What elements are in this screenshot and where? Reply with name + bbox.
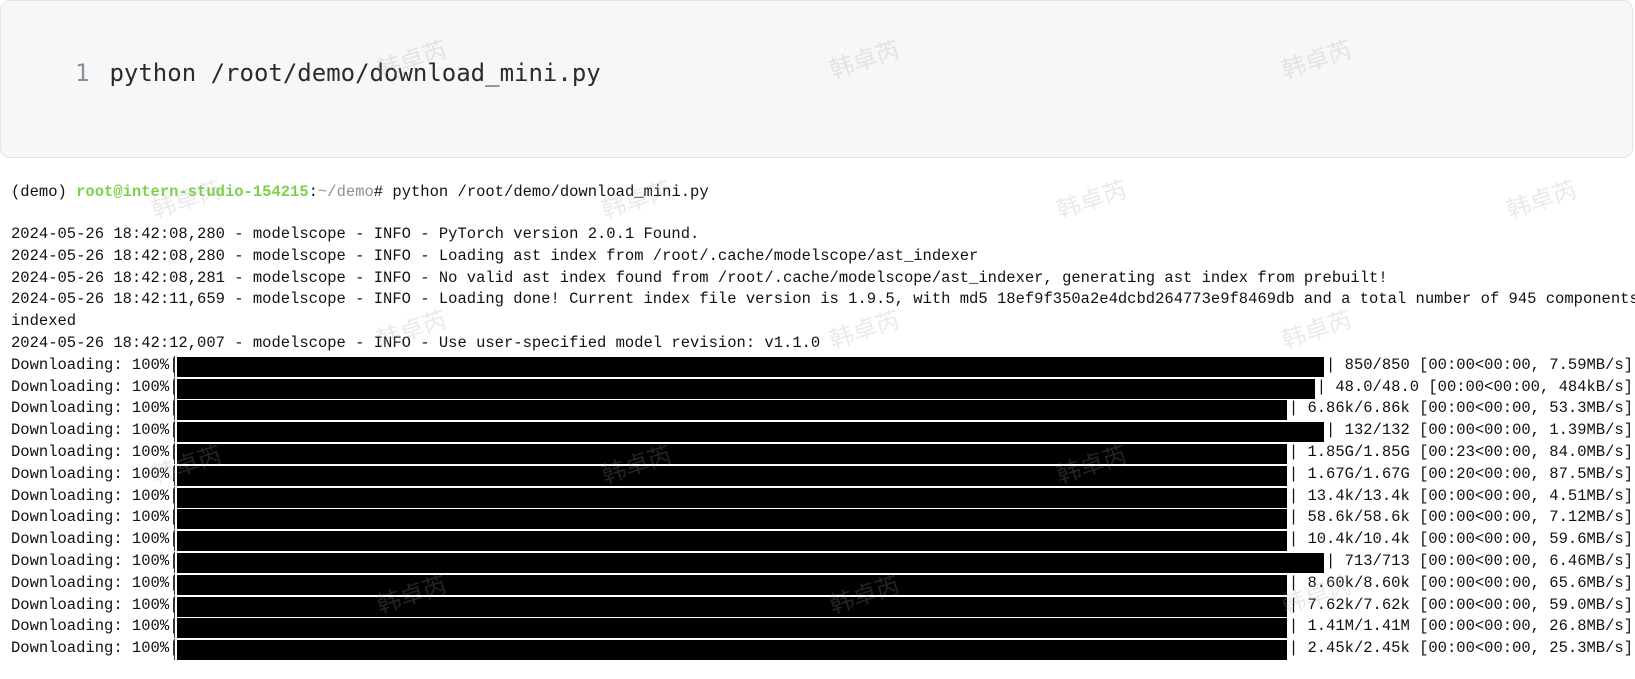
download-label: Downloading: 100%| <box>11 486 179 505</box>
download-label: Downloading: 100%| <box>11 464 179 483</box>
download-stats: | 850/850 [00:00<00:00, 7.59MB/s] <box>1326 355 1633 374</box>
progress-bar <box>174 464 1287 486</box>
download-stats: | 7.62k/7.62k [00:00<00:00, 59.0MB/s] <box>1288 595 1633 614</box>
download-label: Downloading: 100%| <box>11 377 179 396</box>
download-label: Downloading: 100%| <box>11 443 179 461</box>
download-row: Downloading: 100%| | 10.4k/10.4k [00:00<0… <box>11 529 1633 552</box>
progress-bar <box>174 573 1287 595</box>
download-label: Downloading: 100%| <box>11 355 179 374</box>
progress-bar <box>173 421 1325 443</box>
download-stats: | 713/713 [00:00<00:00, 6.46MB/s] <box>1326 552 1633 570</box>
download-stats: | 1.67G/1.67G [00:20<00:00, 87.5MB/s] <box>1288 464 1633 483</box>
log-line: 2024-05-26 18:42:12,007 - modelscope - I… <box>11 334 821 352</box>
download-label: Downloading: 100%| <box>11 617 179 636</box>
download-stats: | 13.4k/13.4k [00:00<00:00, 4.51MB/s] <box>1288 486 1633 505</box>
download-row: Downloading: 100%| | 8.60k/8.60k [00:00<0… <box>11 573 1633 595</box>
log-line: 2024-05-26 18:42:11,659 - modelscope - I… <box>11 290 1635 309</box>
download-label: Downloading: 100%| <box>11 573 179 592</box>
log-line: 2024-05-26 18:42:08,280 - modelscope - I… <box>11 225 700 243</box>
download-label: Downloading: 100%| <box>11 552 179 570</box>
prompt-hash: # <box>373 183 393 201</box>
download-label: Downloading: 100%| <box>11 421 179 440</box>
download-label: Downloading: 100%| <box>11 399 179 418</box>
progress-bar <box>174 399 1287 421</box>
code-block: 1 python /root/demo/download_mini.py <box>0 0 1633 158</box>
progress-bar <box>174 377 1315 399</box>
download-row: Downloading: 100%| | 13.4k/13.4k [00:00<0… <box>11 486 1633 508</box>
code-command: python /root/demo/download_mini.py <box>109 59 601 87</box>
download-stats: | 58.6k/58.6k [00:00<00:00, 7.12MB/s] <box>1288 508 1633 527</box>
prompt-user-host: root@intern-studio-154215 <box>76 183 309 201</box>
progress-bar <box>173 355 1325 377</box>
download-label: Downloading: 100%| <box>11 530 179 549</box>
download-row: Downloading: 100%| | 850/850 [00:00<00:00… <box>11 355 1633 377</box>
download-row: Downloading: 100%| | 48.0/48.0 [00:00<00:… <box>11 377 1633 399</box>
download-stats: | 8.60k/8.60k [00:00<00:00, 65.6MB/s] <box>1288 573 1633 592</box>
progress-bar <box>174 595 1287 617</box>
download-stats: | 6.86k/6.86k [00:00<00:00, 53.3MB/s] <box>1288 399 1633 418</box>
progress-bar <box>173 552 1325 573</box>
download-row: Downloading: 100%| | 58.6k/58.6k [00:00<0… <box>11 507 1633 530</box>
download-row: Downloading: 100%| | 1.67G/1.67G [00:20<0… <box>11 464 1633 486</box>
download-stats: | 1.85G/1.85G [00:23<00:00, 84.0MB/s] <box>1288 443 1633 461</box>
progress-bar <box>174 617 1287 639</box>
log-line: indexed <box>11 312 77 331</box>
download-label: Downloading: 100%| <box>11 508 179 527</box>
download-row: Downloading: 100%| | 713/713 [00:00<00:00… <box>11 551 1633 573</box>
progress-bar <box>174 530 1287 552</box>
download-row: Downloading: 100%| | 6.86k/6.86k [00:00<0… <box>11 398 1633 421</box>
progress-bar <box>174 443 1287 464</box>
progress-bar <box>174 639 1287 661</box>
download-stats: | 48.0/48.0 [00:00<00:00, 484kB/s] <box>1316 377 1633 396</box>
progress-bar <box>174 508 1287 530</box>
prompt-env: (demo) <box>11 183 77 201</box>
log-line: 2024-05-26 18:42:08,281 - modelscope - I… <box>11 268 1388 287</box>
download-row: Downloading: 100%| | 7.62k/7.62k [00:00<0… <box>11 595 1633 617</box>
terminal-prompt-line: (demo) root@intern-studio-154215:~/demo#… <box>11 182 709 204</box>
download-stats: | 10.4k/10.4k [00:00<00:00, 59.6MB/s] <box>1288 530 1633 549</box>
terminal-output: (demo) root@intern-studio-154215:~/demo#… <box>0 160 1635 679</box>
download-row: Downloading: 100%| | 2.45k/2.45k [00:00<0… <box>11 638 1633 661</box>
download-stats: | 2.45k/2.45k [00:00<00:00, 25.3MB/s] <box>1288 639 1633 658</box>
download-label: Downloading: 100%| <box>11 595 179 614</box>
download-stats: | 1.41M/1.41M [00:00<00:00, 26.8MB/s] <box>1288 617 1633 636</box>
download-row: Downloading: 100%| | 1.41M/1.41M [00:00<0… <box>11 616 1633 639</box>
download-label: Downloading: 100%| <box>11 639 179 658</box>
download-row: Downloading: 100%| | 1.85G/1.85G [00:23<0… <box>11 442 1633 464</box>
line-number: 1 <box>75 59 90 87</box>
code-line: 1 python /root/demo/download_mini.py <box>75 55 601 91</box>
prompt-sep: : <box>308 183 318 201</box>
download-stats: | 132/132 [00:00<00:00, 1.39MB/s] <box>1326 421 1633 440</box>
progress-bar <box>174 486 1287 508</box>
download-row: Downloading: 100%| | 132/132 [00:00<00:00… <box>11 420 1633 443</box>
prompt-path: ~/demo <box>317 183 374 201</box>
prompt-command: python /root/demo/download_mini.py <box>392 183 709 201</box>
log-line: 2024-05-26 18:42:08,280 - modelscope - I… <box>11 246 979 265</box>
